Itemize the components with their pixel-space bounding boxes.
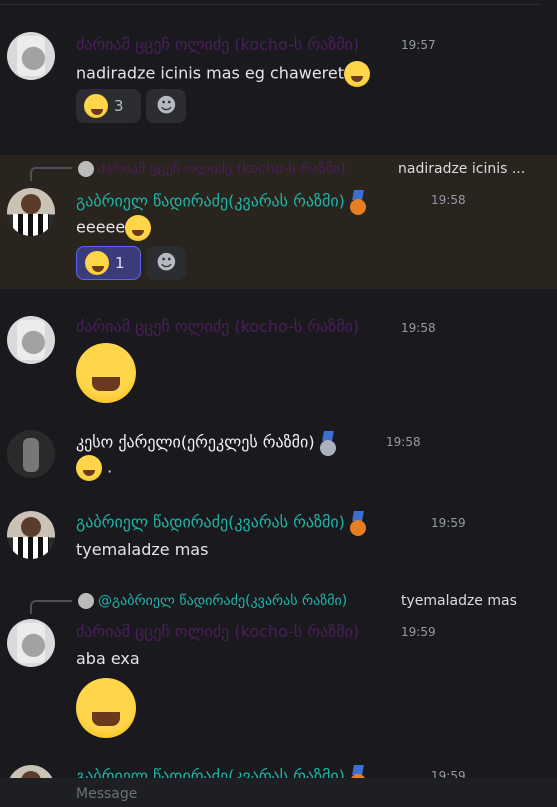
message-text: nadiradze icinis mas eg chaweret (76, 61, 371, 87)
username[interactable]: ძარიამ ცცეჩ ოლიძე (kocho-ს რაზმი) (76, 622, 359, 641)
grinning-sweat-emoji-icon (85, 251, 109, 275)
reply-connector (30, 167, 72, 181)
reply-author[interactable]: ძარიამ ცცეჩ ოლიძე (kocho-ს რაზმი) (98, 161, 346, 177)
timestamp: 19:59 (431, 516, 466, 530)
avatar[interactable] (7, 188, 55, 236)
message-text: eeeee (76, 215, 152, 241)
message-composer[interactable]: Message (0, 778, 557, 807)
message-text: . (76, 455, 112, 481)
timestamp: 19:58 (431, 193, 466, 207)
timestamp: 19:57 (401, 38, 436, 52)
message: @გაბრიელ წადირაძე(კვარას რაზმი) tyemalad… (0, 590, 557, 750)
username[interactable]: ძარიამ ცცეჩ ოლიძე (kocho-ს რაზმი) (76, 317, 359, 336)
message-text: tyemaladze mas (76, 540, 209, 559)
grinning-sweat-emoji-icon (84, 94, 108, 118)
bronze-medal-icon (349, 765, 366, 778)
reaction-count: 3 (114, 97, 124, 115)
reply-preview[interactable]: tyemaladze mas (401, 593, 517, 609)
avatar[interactable] (7, 316, 55, 364)
bronze-medal-icon (349, 511, 366, 536)
avatar[interactable] (7, 430, 55, 478)
silver-medal-icon (319, 431, 336, 456)
joy-emoji-icon (76, 678, 136, 738)
composer-placeholder[interactable]: Message (76, 786, 137, 802)
avatar[interactable] (7, 765, 55, 778)
avatar[interactable] (7, 511, 55, 559)
timestamp: 19:59 (431, 769, 466, 778)
message: ძარიამ ცცეჩ ოლიძე (kocho-ს რაზმი) 19:58 (0, 316, 557, 406)
username[interactable]: გაბრიელ წადირაძე(კვარას რაზმი) (76, 511, 366, 536)
reply-preview[interactable]: nadiradze icinis ... (398, 161, 525, 177)
avatar[interactable] (7, 32, 55, 80)
message-text: aba exa (76, 649, 140, 668)
joy-emoji-icon (344, 61, 371, 87)
reaction-button[interactable]: 1 (76, 246, 141, 280)
reply-avatar (78, 161, 94, 177)
message: ძარიამ ცცეჩ ოლიძე (kocho-ს რაზმი) 19:57 … (0, 30, 557, 130)
reaction-count: 1 (115, 254, 125, 272)
message: გაბრიელ წადირაძე(კვარას რაზმი) 19:59 (0, 765, 557, 778)
reply-connector (30, 600, 72, 614)
reply-author[interactable]: @გაბრიელ წადირაძე(კვარას რაზმი) (98, 593, 347, 609)
timestamp: 19:58 (386, 435, 421, 449)
username[interactable]: კესო ქარელი(ერეკლეს რაზმი) (76, 431, 336, 456)
message: გაბრიელ წადირაძე(კვარას რაზმი) 19:59 tye… (0, 509, 557, 569)
username[interactable]: გაბრიელ წადირაძე(კვარას რაზმი) (76, 190, 366, 215)
reaction-button[interactable]: 3 (76, 89, 141, 123)
bronze-medal-icon (349, 190, 366, 215)
add-reaction-icon[interactable] (146, 246, 186, 280)
reply-avatar (78, 593, 94, 609)
timestamp: 19:58 (401, 321, 436, 335)
message: კესო ქარელი(ერეკლეს რაზმი) 19:58 . (0, 428, 557, 488)
username[interactable]: გაბრიელ წადირაძე(კვარას რაზმი) (76, 765, 366, 778)
username[interactable]: ძარიამ ცცეჩ ოლიძე (kocho-ს რაზმი) (76, 35, 359, 54)
timestamp: 19:59 (401, 625, 436, 639)
top-divider (0, 4, 540, 5)
rofl-emoji-icon (76, 343, 136, 403)
grinning-sweat-emoji-icon (125, 215, 152, 241)
avatar[interactable] (7, 619, 55, 667)
message: ძარიამ ცცეჩ ოლიძე (kocho-ს რაზმი) nadira… (0, 155, 557, 289)
add-reaction-icon[interactable] (146, 89, 186, 123)
joy-emoji-icon (76, 455, 102, 481)
